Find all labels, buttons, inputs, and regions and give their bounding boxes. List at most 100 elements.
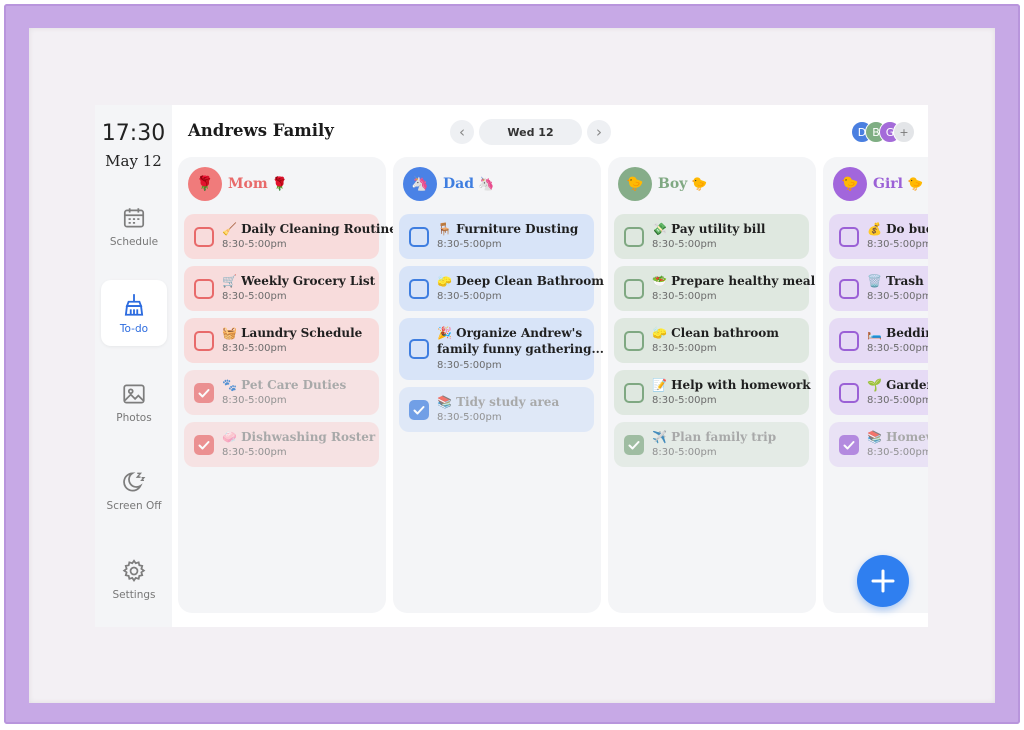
task-title: 🛒 Weekly Grocery List: [222, 274, 376, 288]
task-card[interactable]: 🧹 Daily Cleaning Routine 8:30-5:00pm: [184, 214, 397, 259]
member-avatar[interactable]: 🐤: [833, 167, 867, 201]
task-checkbox[interactable]: [839, 226, 859, 247]
task-time: 8:30-5:00pm: [867, 291, 928, 302]
nav-screen-off[interactable]: Screen Off: [101, 457, 167, 523]
task-checkbox[interactable]: [624, 226, 644, 247]
task-time: 8:30-5:00pm: [652, 291, 717, 302]
task-card[interactable]: 🗑️ Trash & 8:30-5:00pm: [829, 266, 928, 311]
task-title: 🌱 Garden: [867, 378, 928, 392]
column-girl: 🐤Girl🐤💰 Do budg8:30-5:00pm🗑️ Trash &8:30…: [823, 157, 928, 613]
task-title: 🐾 Pet Care Duties: [222, 378, 347, 392]
task-card[interactable]: 🧽 Clean bathroom 8:30-5:00pm: [614, 318, 809, 363]
task-time: 8:30-5:00pm: [437, 412, 502, 423]
member-name: Dad: [443, 176, 475, 192]
nav-label: Photos: [116, 411, 152, 424]
task-checkbox[interactable]: [624, 278, 644, 299]
prev-day-button[interactable]: ‹: [450, 120, 474, 144]
member-avatar[interactable]: 🦄: [403, 167, 437, 201]
task-title-line2: family funny gathering...: [437, 342, 604, 356]
task-title: 🗑️ Trash &: [867, 274, 928, 288]
task-title: 🧽 Deep Clean Bathroom: [437, 274, 604, 288]
task-time: 8:30-5:00pm: [867, 239, 928, 250]
nav-settings[interactable]: Settings: [101, 546, 167, 612]
column-boy: 🐤 Boy 🐤 💸 Pay utility bill 8:30-5:00pm 🥗 Prep…: [608, 157, 816, 613]
task-time: 8:30-5:00pm: [652, 343, 717, 354]
task-title: 📚 Tidy study area: [437, 395, 560, 409]
task-card[interactable]: 🛏️ Bedding 8:30-5:00pm: [829, 318, 928, 363]
task-card[interactable]: 🛒 Weekly Grocery List 8:30-5:00pm: [184, 266, 379, 311]
column-header: 🦄 Dad 🦄: [403, 167, 494, 201]
task-checkbox[interactable]: [409, 226, 429, 247]
member-avatar[interactable]: 🐤: [618, 167, 652, 201]
task-card[interactable]: 🐾 Pet Care Duties 8:30-5:00pm: [184, 370, 379, 415]
nav-photos[interactable]: Photos: [101, 369, 167, 435]
task-card[interactable]: 🧽 Deep Clean Bathroom 8:30-5:00pm: [399, 266, 604, 311]
image-icon: [123, 383, 145, 404]
task-card[interactable]: ✈️ Plan family trip 8:30-5:00pm: [614, 422, 809, 467]
sidebar: 17:30 May 12 Schedule To-do Photos Scree…: [95, 105, 172, 627]
task-title: 🪑 Furniture Dusting: [437, 222, 579, 236]
task-checkbox[interactable]: [409, 339, 429, 359]
task-checkbox[interactable]: [194, 434, 214, 455]
task-time: 8:30-5:00pm: [867, 395, 928, 406]
task-card[interactable]: 🧼 Dishwashing Roster 8:30-5:00pm: [184, 422, 379, 467]
member-avatar[interactable]: 🌹: [188, 167, 222, 201]
calendar-icon: [123, 207, 145, 228]
checkmark-icon: [198, 440, 210, 449]
task-time: 8:30-5:00pm: [652, 447, 717, 458]
task-time: 8:30-5:00pm: [222, 343, 287, 354]
task-time: 8:30-5:00pm: [867, 343, 928, 354]
broom-icon: [124, 293, 144, 316]
task-checkbox[interactable]: [624, 382, 644, 403]
task-title: 🧽 Clean bathroom: [652, 326, 780, 340]
task-checkbox[interactable]: [409, 278, 429, 299]
nav-todo[interactable]: To-do: [101, 280, 167, 346]
current-date-pill[interactable]: Wed 12: [479, 119, 582, 145]
task-card[interactable]: 🌱 Garden 8:30-5:00pm: [829, 370, 928, 415]
moon-icon: [123, 471, 146, 492]
task-time: 8:30-5:00pm: [222, 291, 287, 302]
task-checkbox[interactable]: [624, 330, 644, 351]
task-checkbox[interactable]: [194, 278, 214, 299]
clock: 17:30: [101, 121, 166, 146]
member-emoji: 🦄: [478, 176, 495, 192]
task-checkbox[interactable]: [194, 382, 214, 403]
task-checkbox[interactable]: [194, 330, 214, 351]
member-name: Girl: [873, 176, 903, 192]
task-checkbox[interactable]: [839, 330, 859, 351]
task-time: 8:30-5:00pm: [652, 395, 717, 406]
task-title: 🛏️ Bedding: [867, 326, 928, 340]
task-card[interactable]: 📚 Homew 8:30-5:00pm: [829, 422, 928, 467]
task-card[interactable]: 🎉 Organize Andrew's family funny gatherin…: [399, 318, 604, 380]
task-card[interactable]: 💸 Pay utility bill 8:30-5:00pm: [614, 214, 809, 259]
task-card[interactable]: 🪑 Furniture Dusting 8:30-5:00pm: [399, 214, 594, 259]
task-time: 8:30-5:00pm: [867, 447, 928, 458]
add-member-button[interactable]: +: [893, 121, 915, 143]
task-title: 🧺 Laundry Schedule: [222, 326, 363, 340]
checkmark-icon: [628, 440, 640, 449]
task-time: 8:30-5:00pm: [437, 360, 502, 371]
member-emoji: 🐤: [691, 176, 708, 192]
member-name: Boy: [658, 176, 688, 192]
task-card[interactable]: 💰 Do budg 8:30-5:00pm: [829, 214, 928, 259]
nav-label: Settings: [112, 588, 156, 601]
nav-schedule[interactable]: Schedule: [101, 193, 167, 259]
task-checkbox[interactable]: [194, 226, 214, 247]
gear-icon: [122, 558, 146, 582]
task-checkbox[interactable]: [839, 382, 859, 403]
task-title: 🎉 Organize Andrew's: [437, 326, 583, 340]
task-card[interactable]: 📚 Tidy study area 8:30-5:00pm: [399, 387, 594, 432]
add-task-button[interactable]: [857, 555, 909, 607]
task-time: 8:30-5:00pm: [437, 239, 502, 250]
task-time: 8:30-5:00pm: [222, 447, 287, 458]
task-checkbox[interactable]: [409, 399, 429, 420]
task-checkbox[interactable]: [839, 434, 859, 455]
task-checkbox[interactable]: [839, 278, 859, 299]
task-card[interactable]: 🧺 Laundry Schedule 8:30-5:00pm: [184, 318, 379, 363]
task-checkbox[interactable]: [624, 434, 644, 455]
task-card[interactable]: 🥗 Prepare healthy meal 8:30-5:00pm: [614, 266, 815, 311]
task-time: 8:30-5:00pm: [652, 239, 717, 250]
chevron-left-icon: ‹: [459, 123, 465, 141]
task-card[interactable]: 📝 Help with homework 8:30-5:00pm: [614, 370, 811, 415]
next-day-button[interactable]: ›: [587, 120, 611, 144]
